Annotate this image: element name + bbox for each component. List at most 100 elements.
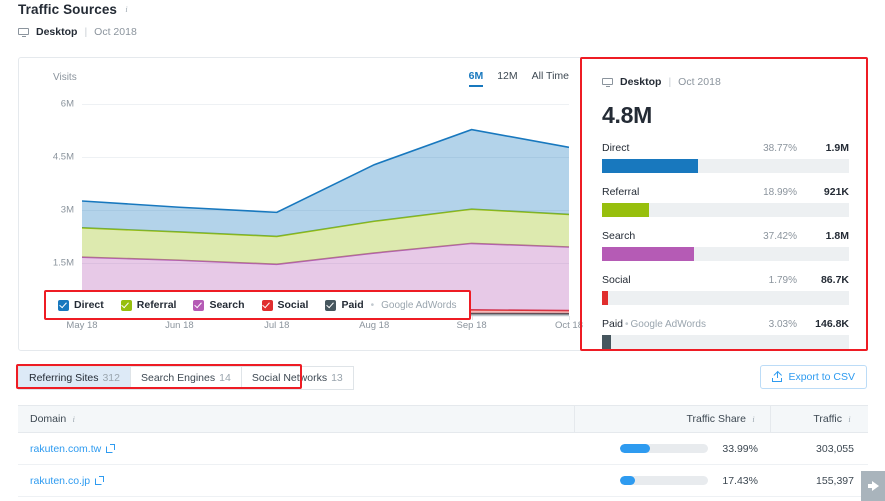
chart-y-tick-label: 6M bbox=[60, 98, 74, 110]
legend-checkbox-search[interactable] bbox=[193, 299, 205, 311]
legend-checkbox-direct[interactable] bbox=[58, 299, 69, 311]
cell-traffic-share: 33.99% bbox=[574, 443, 770, 455]
export-to-csv-button[interactable]: Export to CSV bbox=[760, 365, 867, 389]
legend-item-referral[interactable]: Referral bbox=[120, 299, 177, 311]
device-label: Desktop bbox=[36, 26, 78, 38]
monitor-icon bbox=[602, 77, 613, 88]
info-icon[interactable]: i bbox=[845, 415, 854, 424]
legend-item-search[interactable]: Search bbox=[193, 299, 245, 311]
monitor-icon bbox=[18, 27, 29, 38]
info-icon[interactable]: i bbox=[122, 5, 131, 14]
column-header-domain-label: Domain bbox=[30, 413, 67, 425]
legend-checkbox-social[interactable] bbox=[261, 299, 273, 311]
domain-link[interactable]: rakuten.com.tw bbox=[30, 443, 101, 455]
source-header-paid: Paid • Google AdWords 3.03% 146.8K bbox=[602, 318, 849, 330]
source-bar-fill-direct bbox=[602, 159, 698, 173]
traffic-summary-panel: Desktop | Oct 2018 4.8M Direct 38.77% 1.… bbox=[581, 58, 869, 351]
source-separator-dot: • bbox=[625, 319, 629, 330]
chart-y-tick-label: 4.5M bbox=[52, 151, 74, 163]
legend-item-direct[interactable]: Direct bbox=[58, 299, 104, 311]
traffic-share-value: 17.43% bbox=[722, 474, 758, 487]
tab-social-networks[interactable]: Social Networks 13 bbox=[240, 366, 354, 390]
legend-separator-dot: • bbox=[370, 299, 375, 311]
source-header-social: Social 1.79% 86.7K bbox=[602, 274, 849, 286]
source-percent-search: 37.42% bbox=[763, 231, 797, 242]
chart-x-tick-label: Jun 18 bbox=[165, 320, 194, 331]
tab-count-search-engines: 14 bbox=[219, 372, 231, 384]
feedback-widget-button[interactable] bbox=[861, 471, 885, 501]
source-row-referral: Referral 18.99% 921K bbox=[602, 186, 849, 217]
source-name-direct: Direct bbox=[602, 142, 630, 154]
chart-x-axis: May 18 Jun 18 Jul 18 Aug 18 Sep 18 Oct 18 bbox=[66, 316, 583, 334]
legend-item-paid[interactable]: Paid • Google AdWords bbox=[325, 299, 457, 311]
traffic-overview-card: Visits 6M 12M All Time 01.5M3M4.5M6M May… bbox=[18, 57, 868, 351]
chart-x-tick-label: Oct 18 bbox=[555, 320, 583, 331]
source-row-paid: Paid • Google AdWords 3.03% 146.8K bbox=[602, 318, 849, 349]
tab-search-engines[interactable]: Search Engines 14 bbox=[129, 366, 241, 390]
table-row: rakuten.co.jp 17.43% 155,397 bbox=[18, 465, 868, 497]
chart-legend: Direct Referral Search Social Paid • Goo… bbox=[44, 290, 471, 320]
traffic-share-value: 33.99% bbox=[722, 442, 758, 455]
external-link-icon[interactable] bbox=[106, 444, 116, 453]
source-bar-track-paid bbox=[602, 335, 849, 349]
page-title: Traffic Sources bbox=[18, 2, 118, 17]
summary-meta: Desktop | Oct 2018 bbox=[602, 76, 849, 88]
column-header-traffic-share[interactable]: Traffic Share i bbox=[574, 405, 770, 433]
source-value-social: 86.7K bbox=[820, 274, 849, 286]
legend-label-paid: Paid bbox=[341, 299, 364, 311]
source-name-referral: Referral bbox=[602, 186, 640, 198]
column-header-traffic[interactable]: Traffic i bbox=[770, 405, 868, 433]
traffic-chart: Visits 6M 12M All Time 01.5M3M4.5M6M May… bbox=[19, 58, 587, 350]
upload-icon bbox=[772, 372, 783, 382]
legend-checkbox-paid[interactable] bbox=[325, 299, 337, 311]
source-header-referral: Referral 18.99% 921K bbox=[602, 186, 849, 198]
source-bar-fill-search bbox=[602, 247, 695, 261]
column-header-domain[interactable]: Domain i bbox=[18, 413, 574, 425]
source-value-referral: 921K bbox=[823, 186, 849, 198]
export-button-label: Export to CSV bbox=[788, 371, 855, 383]
info-icon[interactable]: i bbox=[69, 415, 78, 424]
summary-date-label: Oct 2018 bbox=[678, 76, 721, 88]
time-range-selector: 6M 12M All Time bbox=[468, 70, 569, 87]
range-tab-6m[interactable]: 6M bbox=[468, 70, 483, 87]
legend-checkbox-referral[interactable] bbox=[120, 299, 132, 311]
source-row-direct: Direct 38.77% 1.9M bbox=[602, 142, 849, 173]
cell-traffic: 303,055 bbox=[816, 442, 854, 455]
source-percent-paid: 3.03% bbox=[768, 319, 797, 330]
header-meta: Desktop | Oct 2018 bbox=[18, 26, 137, 38]
legend-item-social[interactable]: Social bbox=[261, 299, 309, 311]
legend-label-referral: Referral bbox=[136, 299, 177, 311]
tab-referring-sites[interactable]: Referring Sites 312 bbox=[18, 366, 130, 390]
chart-x-tick-label: May 18 bbox=[66, 320, 98, 331]
source-percent-referral: 18.99% bbox=[763, 187, 797, 198]
source-header-direct: Direct 38.77% 1.9M bbox=[602, 142, 849, 154]
chart-x-tick-label: Jul 18 bbox=[264, 320, 290, 331]
source-name-paid: Paid bbox=[602, 318, 624, 330]
traffic-share-bar-track bbox=[620, 444, 708, 453]
external-link-icon[interactable] bbox=[95, 476, 105, 485]
source-sublabel-paid: Google AdWords bbox=[630, 319, 706, 330]
traffic-sources-page: Traffic Sources i Desktop | Oct 2018 Vis… bbox=[0, 0, 885, 501]
source-header-search: Search 37.42% 1.8M bbox=[602, 230, 849, 242]
page-header: Traffic Sources i Desktop | Oct 2018 bbox=[18, 2, 137, 38]
chart-y-tick-label: 3M bbox=[60, 204, 74, 216]
source-percent-direct: 38.77% bbox=[763, 143, 797, 154]
tab-label-search-engines: Search Engines bbox=[140, 372, 216, 384]
tab-count-referring-sites: 312 bbox=[102, 372, 120, 384]
source-name-social: Social bbox=[602, 274, 631, 286]
chart-y-tick-label: 1.5M bbox=[52, 257, 74, 269]
chart-x-tick-label: Aug 18 bbox=[359, 320, 390, 331]
legend-label-social: Social bbox=[277, 299, 309, 311]
info-icon[interactable]: i bbox=[749, 415, 758, 424]
source-bar-fill-referral bbox=[602, 203, 649, 217]
source-percent-social: 1.79% bbox=[768, 275, 797, 286]
source-bar-track-referral bbox=[602, 203, 849, 217]
table-header-row: Domain i Traffic Share i Traffic i bbox=[18, 405, 868, 433]
source-value-direct: 1.9M bbox=[825, 142, 849, 154]
range-tab-12m[interactable]: 12M bbox=[497, 70, 517, 87]
tab-label-social-networks: Social Networks bbox=[251, 372, 328, 384]
source-row-social: Social 1.79% 86.7K bbox=[602, 274, 849, 305]
legend-sublabel-paid: Google AdWords bbox=[381, 299, 457, 311]
domain-link[interactable]: rakuten.co.jp bbox=[30, 475, 90, 487]
range-tab-all-time[interactable]: All Time bbox=[532, 70, 569, 87]
